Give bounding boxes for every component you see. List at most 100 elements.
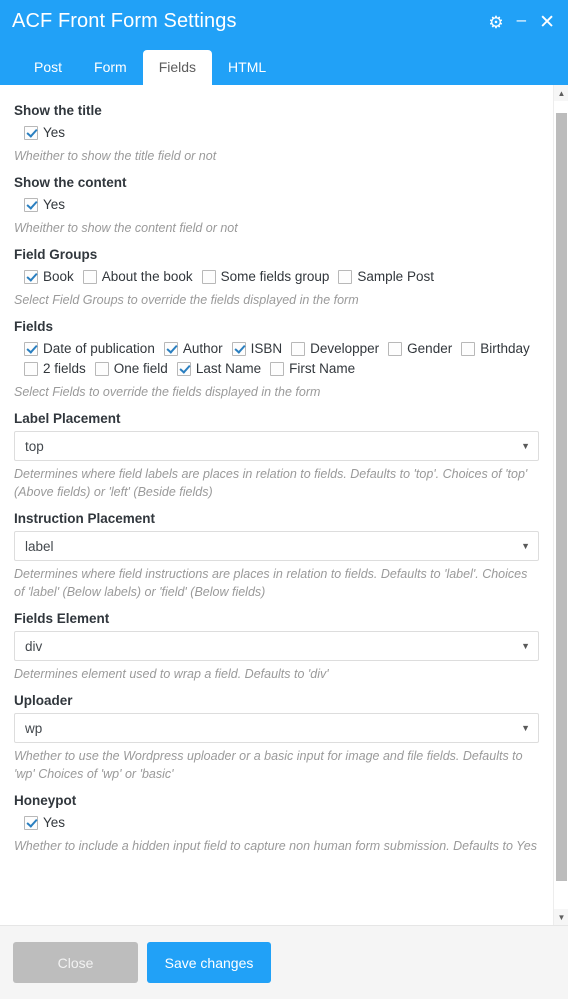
checkbox-label: Gender: [407, 341, 453, 356]
instruction-placement-label: Instruction Placement: [14, 511, 156, 526]
minimize-icon[interactable]: –: [517, 11, 526, 28]
tab-form[interactable]: Form: [78, 50, 143, 85]
field-checkbox[interactable]: Author: [163, 339, 223, 359]
show-title-hint: Wheither to show the title field or not: [14, 149, 217, 163]
group-instruction-placement: Instruction Placement label ▼ Determines…: [14, 511, 539, 601]
fields-options: Date of publication Author ISBN Developp…: [24, 339, 539, 379]
uploader-hint: Whether to use the Wordpress uploader or…: [14, 749, 523, 781]
window-controls: ⚙ – ✕: [488, 11, 555, 32]
checkbox-label: First Name: [289, 361, 356, 376]
checkbox-label: Some fields group: [220, 269, 330, 284]
close-icon[interactable]: ✕: [539, 13, 555, 32]
show-content-options: Yes: [24, 195, 539, 215]
field-checkbox[interactable]: Gender: [388, 339, 452, 359]
tab-post[interactable]: Post: [18, 50, 78, 85]
label-placement-label: Label Placement: [14, 411, 121, 426]
group-fields: Fields Date of publication Author ISBN D…: [14, 319, 539, 401]
select-value: div: [25, 638, 43, 654]
honeypot-options: Yes: [24, 813, 539, 833]
show-title-yes-checkbox[interactable]: Yes: [24, 123, 65, 143]
group-label-placement: Label Placement top ▼ Determines where f…: [14, 411, 539, 501]
settings-dialog: ACF Front Form Settings ⚙ – ✕ Post Form …: [0, 0, 568, 999]
content-scrollbar[interactable]: ▲ ▼: [553, 85, 568, 925]
checkbox-box: [24, 362, 38, 376]
scroll-up-icon[interactable]: ▲: [554, 85, 568, 101]
fields-element-label: Fields Element: [14, 611, 110, 626]
checkbox-box: [270, 362, 285, 376]
checkbox-box: [201, 270, 216, 284]
checkbox-label: Yes: [43, 197, 66, 212]
chevron-down-icon: ▼: [521, 722, 530, 733]
scrollbar-thumb[interactable]: [556, 113, 567, 881]
checkbox-box: [24, 198, 38, 212]
checkbox-label: ISBN: [250, 341, 283, 356]
field-checkbox[interactable]: One field: [94, 359, 168, 379]
select-value: wp: [25, 720, 43, 736]
group-show-title: Show the title Yes Wheither to show the …: [14, 103, 539, 165]
field-group-checkbox[interactable]: Book: [24, 267, 74, 287]
title-bar: ACF Front Form Settings ⚙ – ✕ Post Form …: [0, 0, 568, 85]
checkbox-box: [291, 342, 306, 356]
dialog-footer: Close Save changes: [0, 925, 568, 999]
group-field-groups: Field Groups Book About the book Some fi…: [14, 247, 539, 309]
select-value: top: [25, 438, 44, 454]
group-fields-element: Fields Element div ▼ Determines element …: [14, 611, 539, 683]
group-honeypot: Honeypot Yes Whether to include a hidden…: [14, 793, 539, 855]
field-checkbox[interactable]: Birthday: [461, 339, 530, 359]
field-groups-label: Field Groups: [14, 247, 98, 262]
instruction-placement-select[interactable]: label ▼: [14, 531, 539, 561]
checkbox-box: [388, 342, 403, 356]
uploader-select[interactable]: wp ▼: [14, 713, 539, 743]
field-checkbox[interactable]: Date of publication: [24, 339, 155, 359]
checkbox-label: Yes: [43, 125, 66, 140]
scroll-down-icon[interactable]: ▼: [554, 909, 568, 925]
field-checkbox[interactable]: 2 fields: [24, 359, 86, 379]
show-content-label: Show the content: [14, 175, 127, 190]
field-group-checkbox[interactable]: About the book: [82, 267, 193, 287]
group-uploader: Uploader wp ▼ Whether to use the Wordpre…: [14, 693, 539, 783]
field-checkbox[interactable]: ISBN: [231, 339, 283, 359]
chevron-down-icon: ▼: [521, 640, 530, 651]
checkbox-box: [461, 342, 476, 356]
checkbox-label: Birthday: [480, 341, 530, 356]
checkbox-box: [338, 270, 353, 284]
tab-fields[interactable]: Fields: [142, 50, 213, 85]
honeypot-label: Honeypot: [14, 793, 77, 808]
honeypot-hint: Whether to include a hidden input field …: [14, 839, 537, 853]
show-title-label: Show the title: [14, 103, 102, 118]
gear-icon[interactable]: ⚙: [488, 14, 503, 31]
save-changes-button[interactable]: Save changes: [147, 942, 271, 983]
show-content-yes-checkbox[interactable]: Yes: [24, 195, 65, 215]
field-groups-options: Book About the book Some fields group Sa…: [24, 267, 539, 287]
checkbox-box: [24, 126, 38, 140]
label-placement-select[interactable]: top ▼: [14, 431, 539, 461]
field-group-checkbox[interactable]: Some fields group: [201, 267, 330, 287]
checkbox-box: [24, 342, 38, 356]
checkbox-label: About the book: [101, 269, 193, 284]
show-title-options: Yes: [24, 123, 539, 143]
fields-label: Fields: [14, 319, 54, 334]
checkbox-label: Last Name: [195, 361, 262, 376]
checkbox-label: Book: [43, 269, 74, 284]
checkbox-box: [94, 362, 109, 376]
field-checkbox[interactable]: Last Name: [176, 359, 262, 379]
field-checkbox[interactable]: First Name: [270, 359, 355, 379]
uploader-label: Uploader: [14, 693, 73, 708]
fields-element-select[interactable]: div ▼: [14, 631, 539, 661]
scrollbar-track[interactable]: [554, 101, 568, 909]
tab-bar: Post Form Fields HTML: [18, 50, 282, 85]
honeypot-yes-checkbox[interactable]: Yes: [24, 813, 65, 833]
checkbox-box: [176, 362, 191, 376]
fields-element-hint: Determines element used to wrap a field.…: [14, 667, 329, 681]
checkbox-box: [24, 270, 38, 284]
settings-content-area: Show the title Yes Wheither to show the …: [0, 85, 568, 925]
label-placement-hint: Determines where field labels are places…: [14, 467, 528, 499]
close-button[interactable]: Close: [13, 942, 138, 983]
checkbox-label: Author: [182, 341, 223, 356]
checkbox-label: Yes: [43, 815, 66, 830]
field-checkbox[interactable]: Developper: [291, 339, 379, 359]
field-group-checkbox[interactable]: Sample Post: [338, 267, 434, 287]
checkbox-label: Sample Post: [357, 269, 434, 284]
tab-html[interactable]: HTML: [212, 50, 282, 85]
checkbox-label: Developper: [310, 341, 380, 356]
